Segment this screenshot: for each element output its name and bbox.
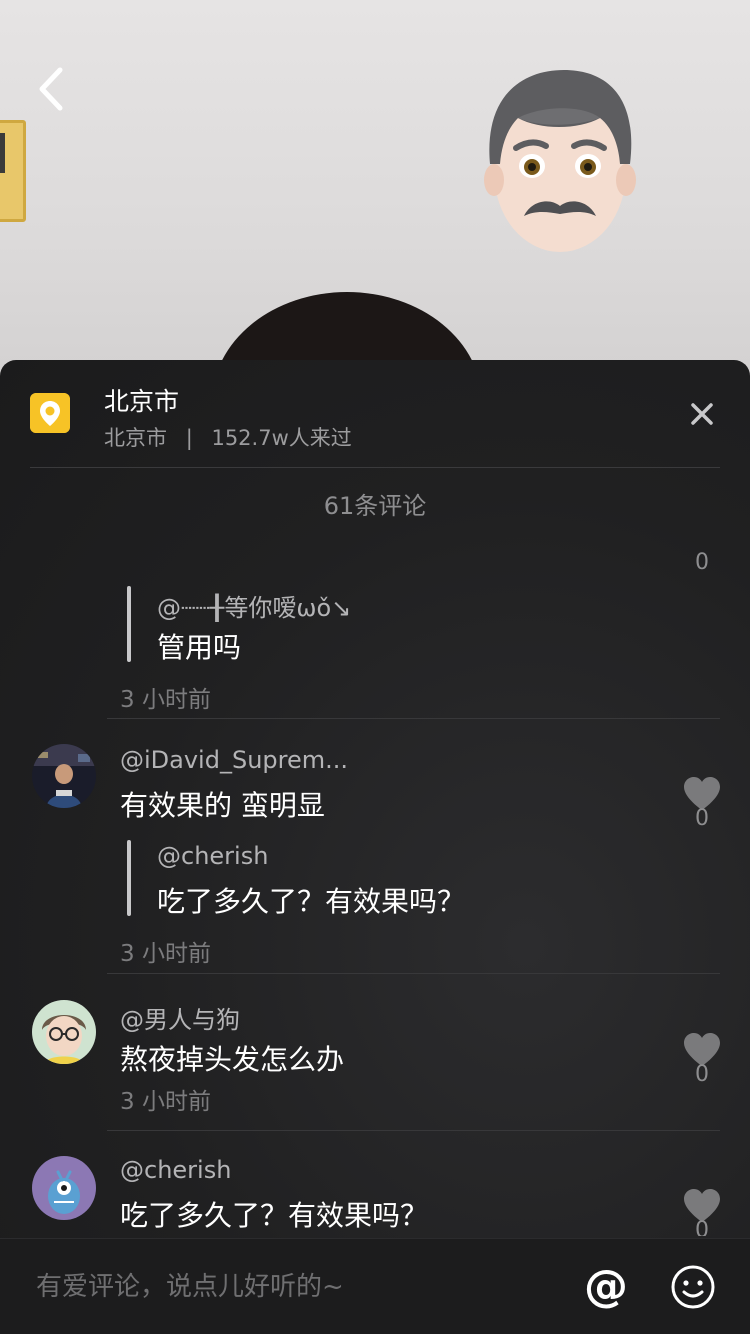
back-button[interactable] bbox=[30, 62, 74, 116]
comment-sheet: 北京市 北京市 | 152.7w人来过 61条评论 0 @┈┈╂等你嗳ωǒ↘ 管… bbox=[0, 360, 750, 1334]
place-subtitle: 北京市 | 152.7w人来过 bbox=[104, 422, 352, 452]
smiley-icon bbox=[671, 1265, 715, 1309]
comment-username[interactable]: @cherish bbox=[120, 1156, 231, 1184]
comment-input-bar: @ bbox=[0, 1238, 750, 1334]
place-title[interactable]: 北京市 bbox=[104, 382, 179, 418]
emoji-button[interactable] bbox=[670, 1264, 716, 1310]
comment-text: 有效果的 蛮明显 bbox=[120, 789, 325, 822]
comment-username[interactable]: @iDavid_Suprem... bbox=[120, 746, 348, 774]
camera-background bbox=[0, 0, 750, 400]
comment-time: 3 小时前 bbox=[120, 941, 211, 967]
comment-text: 熬夜掉头发怎么办 bbox=[120, 1043, 345, 1076]
avatar[interactable] bbox=[32, 744, 96, 808]
reply-quote-bar bbox=[127, 586, 131, 662]
comment-divider bbox=[107, 1130, 720, 1131]
chevron-left-icon bbox=[39, 67, 63, 111]
like-count: 0 bbox=[695, 806, 709, 831]
close-button[interactable] bbox=[684, 396, 720, 432]
wall-picture bbox=[0, 120, 26, 222]
reply-username[interactable]: @┈┈╂等你嗳ωǒ↘ bbox=[157, 588, 351, 623]
avatar[interactable] bbox=[32, 1156, 96, 1220]
screen: 北京市 北京市 | 152.7w人来过 61条评论 0 @┈┈╂等你嗳ωǒ↘ 管… bbox=[0, 0, 750, 1334]
place-city: 北京市 bbox=[104, 426, 167, 450]
reply-text: 管用吗 bbox=[157, 631, 242, 664]
like-count: 0 bbox=[695, 550, 709, 575]
visitor-count: 152.7w人来过 bbox=[211, 426, 352, 450]
comment-username[interactable]: @男人与狗 bbox=[120, 1000, 240, 1035]
reply-quote-bar bbox=[127, 840, 131, 916]
comment-divider bbox=[107, 718, 720, 719]
like-count: 0 bbox=[695, 1062, 709, 1087]
like-count: 0 bbox=[695, 1218, 709, 1236]
comment-time: 3 小时前 bbox=[120, 687, 211, 713]
reply-text: 吃了多久了？有效果吗？ bbox=[157, 885, 466, 918]
reply-username[interactable]: @cherish bbox=[157, 842, 268, 870]
comment-count: 61条评论 bbox=[323, 492, 427, 520]
avatar[interactable] bbox=[32, 1000, 96, 1064]
location-pin-icon bbox=[30, 393, 70, 433]
comment-time: 3 小时前 bbox=[120, 1089, 211, 1115]
comment-text: 吃了多久了？有效果吗？ bbox=[120, 1199, 429, 1232]
comment-input[interactable] bbox=[36, 1265, 536, 1309]
header-divider bbox=[30, 467, 720, 468]
meta-separator: | bbox=[185, 426, 193, 450]
comment-divider bbox=[107, 973, 720, 974]
mention-button[interactable]: @ bbox=[582, 1263, 630, 1311]
man-face-emoji-icon bbox=[484, 70, 636, 252]
close-icon bbox=[691, 403, 713, 425]
comment-list[interactable]: 0 @┈┈╂等你嗳ωǒ↘ 管用吗 3 小时前 @iDavid_Suprem...… bbox=[0, 550, 750, 1236]
